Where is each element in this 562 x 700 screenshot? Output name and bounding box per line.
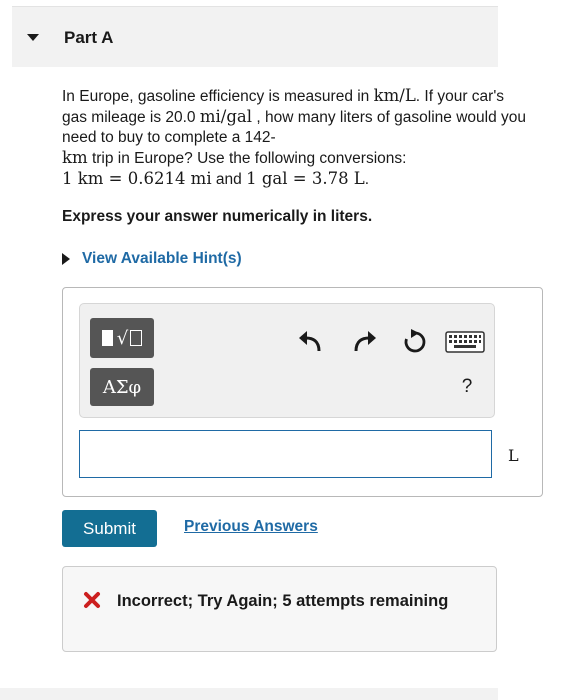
answer-input[interactable] — [79, 430, 492, 478]
help-button[interactable]: ? — [457, 374, 477, 400]
answer-unit-label: L — [508, 446, 519, 465]
undo-icon — [299, 331, 321, 352]
reset-button[interactable] — [401, 328, 429, 356]
reset-icon — [404, 329, 426, 353]
templates-button[interactable]: √ — [90, 318, 154, 358]
redo-button[interactable] — [352, 329, 378, 355]
keyboard-icon — [445, 331, 485, 353]
part-title: Part A — [64, 28, 114, 47]
question-math-4: 1 km = 0.6214 mi — [62, 169, 212, 188]
next-part-strip — [0, 688, 498, 700]
question-text: In Europe, gasoline efficiency is measur… — [62, 86, 532, 190]
view-hints-toggle[interactable]: View Available Hint(s) — [62, 250, 242, 268]
question-math-5: 1 gal = 3.78 L — [246, 169, 365, 188]
question-text-6: . — [364, 171, 370, 188]
keyboard-button[interactable] — [444, 330, 486, 354]
greek-symbols-button[interactable]: ΑΣφ — [90, 368, 154, 406]
question-math-3: km — [62, 148, 88, 167]
question-text-4: trip in Europe? Use the following conver… — [87, 150, 407, 167]
feedback-message: Incorrect; Try Again; 5 attempts remaini… — [117, 592, 449, 610]
expand-triangle-icon — [62, 253, 70, 265]
answer-panel: √ ΑΣφ ? L — [62, 287, 543, 497]
question-math-2: mi/gal — [199, 107, 253, 126]
undo-button[interactable] — [297, 329, 323, 355]
question-text-5: and — [211, 171, 247, 188]
templates-icon: √ — [101, 328, 143, 349]
previous-answers-link[interactable]: Previous Answers — [184, 518, 318, 536]
answer-instruction: Express your answer numerically in liter… — [62, 208, 373, 225]
submit-button[interactable]: Submit — [62, 510, 157, 547]
collapse-caret-icon[interactable] — [27, 34, 39, 41]
question-text-1: In Europe, gasoline efficiency is measur… — [62, 88, 374, 105]
feedback-box: Incorrect; Try Again; 5 attempts remaini… — [62, 566, 497, 652]
redo-icon — [354, 331, 376, 352]
question-math-1: km/L — [373, 86, 416, 105]
part-header[interactable]: Part A — [12, 6, 498, 67]
math-toolbar: √ ΑΣφ ? — [79, 303, 495, 418]
view-hints-link[interactable]: View Available Hint(s) — [82, 250, 242, 268]
